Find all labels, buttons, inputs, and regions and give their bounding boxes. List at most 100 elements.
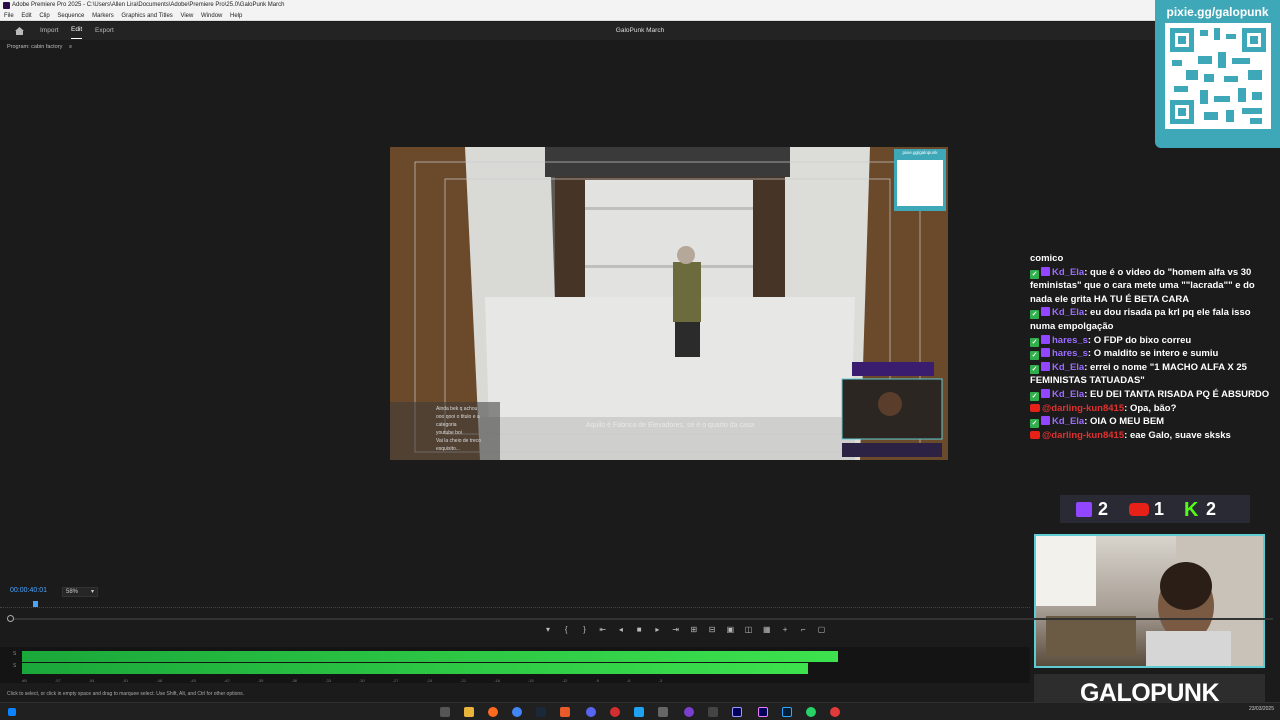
add-marker-icon[interactable]: ▾	[540, 625, 556, 634]
kick-icon: K	[1184, 499, 1199, 521]
export-frame-icon[interactable]: ▣	[722, 625, 738, 634]
chrome-icon[interactable]	[512, 707, 522, 717]
meter-scale-tick: -42	[223, 678, 230, 683]
video-qr-url: pixie.gg/galopunk	[902, 150, 938, 155]
premiere-pro-icon[interactable]	[758, 707, 768, 717]
scrub-knob[interactable]	[7, 615, 14, 622]
safe-margins-icon[interactable]: ▦	[759, 625, 775, 634]
overlay-chat-line: ooo qooi o titulo e a	[436, 414, 480, 420]
menu-help[interactable]: Help	[230, 13, 242, 19]
chat-username: Kd_Ela	[1052, 266, 1085, 278]
system-tray[interactable]: 23/03/2025	[1249, 706, 1274, 712]
app-icon[interactable]	[658, 707, 668, 717]
tab-edit[interactable]: Edit	[71, 22, 83, 39]
app-icon[interactable]	[684, 707, 694, 717]
playhead-timecode[interactable]: 00:00:40:01	[10, 587, 47, 594]
menu-bar: File Edit Clip Sequence Markers Graphics…	[0, 11, 1280, 21]
chat-line: ✓ hares_s: O maldito se intero e sumiu	[1030, 348, 1219, 361]
steam-icon[interactable]	[536, 707, 546, 717]
chat-message: OIA O MEU BEM	[1090, 416, 1165, 428]
menu-window[interactable]: Window	[201, 13, 222, 19]
app-icon[interactable]	[560, 707, 570, 717]
chat-username: Kd_Ela	[1052, 361, 1085, 373]
chat-line: ✓ Kd_Ela: errei o nome "1 MACHO ALFA X 25…	[1030, 361, 1247, 387]
step-back-icon[interactable]: ◂	[613, 625, 629, 634]
app-icon[interactable]	[708, 707, 718, 717]
taskbar: 23/03/2025	[0, 702, 1280, 720]
meter-scale-tick: -18	[494, 678, 500, 683]
crosshair-icon[interactable]: +	[777, 625, 793, 634]
zoom-select[interactable]: 58% ▾	[62, 587, 98, 597]
meter-scale-tick: -3	[658, 678, 663, 683]
mark-in-icon[interactable]: {	[558, 625, 574, 634]
project-title: GaloPunk March	[615, 27, 665, 34]
stop-icon[interactable]: ■	[631, 625, 647, 634]
program-panel-label[interactable]: Program: cabin factory	[7, 44, 62, 50]
meter-scale-tick: -45	[190, 678, 196, 683]
meter-scale-tick: -12	[561, 678, 568, 683]
check-badge-icon: ✓	[1030, 391, 1039, 401]
webcam-feed	[1034, 534, 1265, 668]
scrub-bar[interactable]	[10, 618, 1273, 620]
twitch-badge-icon	[1041, 266, 1050, 276]
firefox-icon[interactable]	[488, 707, 498, 717]
chat-text: comico	[1030, 253, 1064, 264]
twitch-badge-icon	[1041, 348, 1050, 358]
go-to-out-icon[interactable]: ⇥	[668, 625, 684, 634]
obs-icon[interactable]	[610, 707, 620, 717]
youtube-count: 1	[1154, 499, 1165, 519]
twitch-badge-icon	[1041, 388, 1050, 398]
playhead-marker[interactable]	[33, 601, 38, 607]
twitch-badge-icon	[1041, 361, 1050, 371]
webcam-image	[1036, 536, 1263, 666]
comparison-view-icon[interactable]: ◫	[741, 625, 757, 634]
menu-edit[interactable]: Edit	[21, 13, 31, 19]
meter-scale-tick: -27	[392, 678, 399, 683]
chat-line: comico	[1030, 252, 1270, 266]
chat-line: ✓ Kd_Ela: EU DEI TANTA RISADA PQ É ABSURD…	[1030, 388, 1270, 401]
program-monitor-video[interactable]: pixie.gg/galopunk Aquilo é Fabrica de El…	[390, 147, 948, 460]
photoshop-icon[interactable]	[782, 707, 792, 717]
after-effects-icon[interactable]	[732, 707, 742, 717]
overwrite-icon[interactable]: ⊟	[704, 625, 720, 634]
transport-controls: ▾ { } ⇤ ◂ ■ ▸ ⇥ ⊞ ⊟ ▣ ◫ ▦ + ⌐ ▢	[540, 625, 830, 639]
title-bar: Adobe Premiere Pro 2025 - C:\Users\Allen…	[0, 0, 1280, 11]
toggle-proxies-icon[interactable]: ⌐	[795, 625, 811, 634]
mark-out-icon[interactable]: }	[576, 625, 592, 634]
menu-sequence[interactable]: Sequence	[57, 13, 84, 19]
step-forward-icon[interactable]: ▸	[649, 625, 665, 634]
premiere-logo-icon	[3, 2, 10, 9]
tab-export[interactable]: Export	[95, 22, 114, 40]
insert-icon[interactable]: ⊞	[686, 625, 702, 634]
menu-markers[interactable]: Markers	[92, 13, 114, 19]
menu-clip[interactable]: Clip	[39, 13, 49, 19]
menu-view[interactable]: View	[180, 13, 193, 19]
viewer-counter: 2 1 K 2	[1060, 495, 1250, 523]
chat-line: @darling-kun8415: Opa, bão?	[1030, 402, 1270, 416]
chat-username: Kd_Ela	[1052, 388, 1085, 400]
qr-url: pixie.gg/galopunk	[1166, 5, 1269, 19]
panel-menu-icon[interactable]: ≡	[69, 44, 72, 50]
task-view-icon[interactable]	[440, 707, 450, 717]
discord-icon[interactable]	[586, 707, 596, 717]
settings-icon[interactable]: ▢	[814, 625, 830, 634]
overlay-chat-line: categoria	[436, 422, 457, 428]
go-to-in-icon[interactable]: ⇤	[595, 625, 611, 634]
chat-line: ✓ Kd_Ela: que é o video do "homem alfa vs…	[1030, 266, 1255, 305]
meter-channel-label: S	[13, 663, 17, 669]
time-ruler[interactable]	[0, 600, 1030, 608]
windows-start-icon[interactable]	[8, 708, 16, 716]
tab-import[interactable]: Import	[40, 22, 58, 40]
overlay-chat-line: Ainda bek q achou	[436, 406, 478, 412]
app-icon[interactable]	[634, 707, 644, 717]
check-badge-icon: ✓	[1030, 364, 1039, 374]
meter-bar-right	[22, 663, 809, 674]
qr-code-icon	[1164, 23, 1271, 129]
home-icon[interactable]	[15, 27, 24, 35]
youtube-icon	[1129, 503, 1149, 516]
menu-graphics[interactable]: Graphics and Titles	[121, 13, 172, 19]
menu-file[interactable]: File	[4, 13, 14, 19]
file-explorer-icon[interactable]	[464, 707, 474, 717]
whatsapp-icon[interactable]	[806, 707, 816, 717]
app-icon[interactable]	[830, 707, 840, 717]
